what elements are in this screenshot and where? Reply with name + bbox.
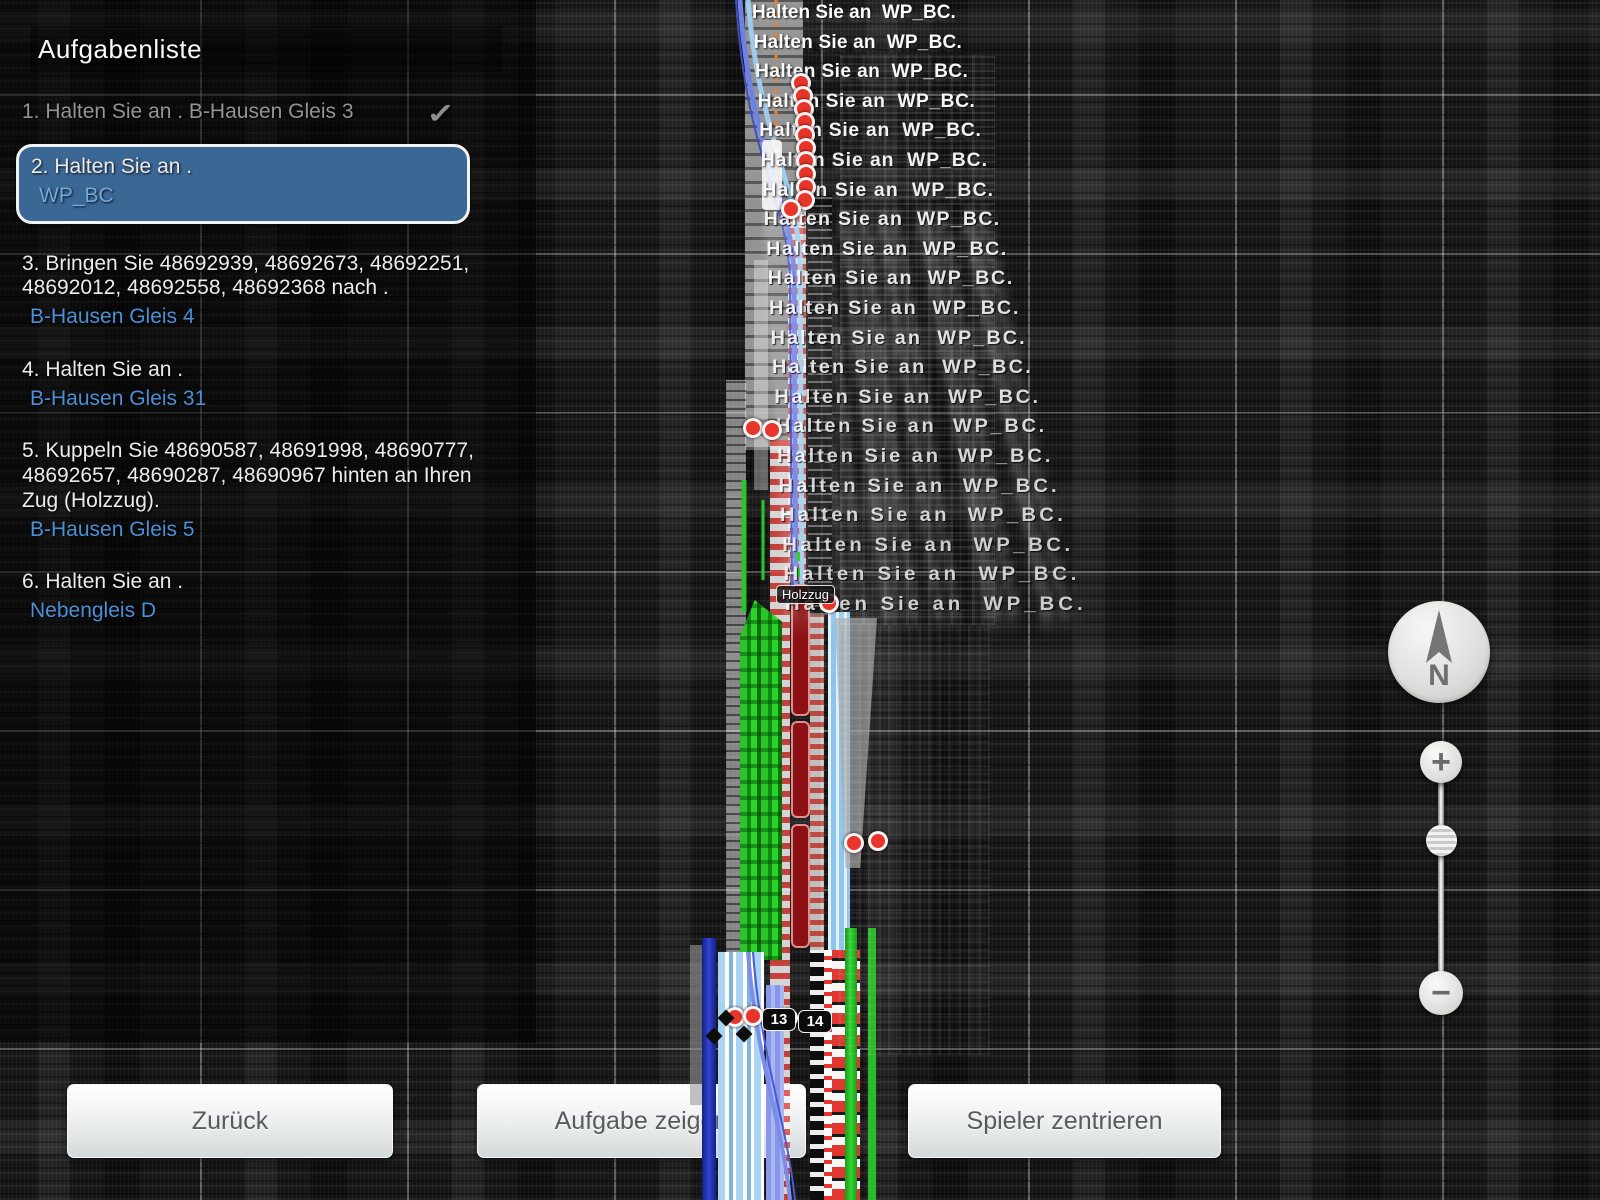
check-icon: ✓ [425, 98, 455, 129]
train-marker-icon [743, 1006, 763, 1026]
task-item-4[interactable]: 4. Halten Sie an . B-Hausen Gleis 31 [22, 358, 474, 412]
map-glitch-text-row: Halten Sie an WP_BC. [769, 298, 1021, 319]
task-item-3[interactable]: 3. Bringen Sie 48692939, 48692673, 48692… [22, 252, 474, 330]
zoom-slider-handle[interactable] [1426, 825, 1457, 856]
task-link-gleis-4[interactable]: B-Hausen Gleis 4 [22, 305, 474, 330]
task-text: 1. Halten Sie an . B-Hausen Gleis 3 [22, 100, 354, 123]
map-glitch-text-row: Halten Sie an WP_BC. [772, 357, 1034, 379]
back-button[interactable]: Zurück [67, 1084, 393, 1158]
train-name-label[interactable]: Holzzug [776, 585, 835, 604]
map-glitch-text-row: Halten Sie an WP_BC. [774, 386, 1041, 408]
train-marker-icon [762, 420, 782, 440]
map-glitch-text-row: Halten Sie an WP_BC. [752, 2, 956, 23]
map-glitch-text-row: Halten Sie an WP_BC. [770, 327, 1027, 349]
task-link-gleis-5[interactable]: B-Hausen Gleis 5 [22, 518, 474, 543]
map-glitch-text-row: Halten Sie an WP_BC. [777, 446, 1054, 467]
task-link-nebengleis-d[interactable]: Nebengleis D [22, 599, 474, 624]
signal-badge: 14 [798, 1010, 832, 1033]
zoom-out-button[interactable]: − [1419, 971, 1463, 1015]
map-glitch-text-row: Halten Sie an WP_BC. [781, 534, 1074, 556]
compass-north-label: N [1428, 659, 1450, 692]
task-list-panel: Aufgabenliste 1. Halten Sie an . B-Hause… [0, 0, 536, 1043]
zoom-slider-track[interactable] [1438, 762, 1444, 993]
map-glitch-text-row: Halten Sie an WP_BC. [755, 61, 969, 83]
task-item-2-selected[interactable]: 2. Halten Sie an . WP_BC [16, 144, 470, 224]
task-text: 5. Kuppeln Sie 48690587, 48691998, 48690… [22, 439, 474, 512]
task-text: 4. Halten Sie an . [22, 357, 184, 381]
task-text: 6. Halten Sie an . [22, 570, 184, 594]
map-glitch-text-row: Halten Sie an WP_BC. [775, 416, 1047, 438]
train-marker-icon [868, 831, 888, 851]
railway-map-glitch-column[interactable]: Halten Sie an WP_BC. Halten Sie an WP_BC.… [690, 0, 1083, 1200]
page-title: Aufgabenliste [38, 33, 203, 64]
map-glitch-text-row: Halten Sie an WP_BC. [778, 475, 1060, 497]
panel-titlebar: Aufgabenliste [30, 26, 502, 72]
task-text: 3. Bringen Sie 48692939, 48692673, 48692… [22, 251, 470, 300]
map-glitch-text-row: Halten Sie an WP_BC. [753, 31, 963, 53]
task-item-6[interactable]: 6. Halten Sie an . Nebengleis D [22, 570, 474, 624]
task-link-gleis-31[interactable]: B-Hausen Gleis 31 [22, 387, 474, 412]
map-glitch-text-row: Halten Sie an WP_BC. [760, 150, 988, 171]
task-item-1[interactable]: 1. Halten Sie an . B-Hausen Gleis 3 ✓ [22, 100, 474, 128]
map-glitch-text-row: Halten Sie an WP_BC. [757, 90, 975, 112]
task-item-5[interactable]: 5. Kuppeln Sie 48690587, 48691998, 48690… [22, 439, 474, 542]
map-glitch-text-row: Halten Sie an WP_BC. [767, 268, 1014, 290]
map-glitch-text-row: Halten Sie an WP_BC. [783, 564, 1080, 586]
game-screen: Zurück Aufgabe zeigen Spieler zentrieren… [0, 0, 1600, 1200]
compass-button[interactable]: N [1388, 601, 1490, 703]
task-link-wp-bc[interactable]: WP_BC [31, 184, 455, 209]
train-marker-icon [844, 833, 864, 853]
signal-badge: 13 [762, 1008, 796, 1031]
task-list: 1. Halten Sie an . B-Hausen Gleis 3 ✓ 2.… [16, 92, 474, 624]
zoom-in-button[interactable]: + [1420, 741, 1462, 783]
map-glitch-text-row: Halten Sie an WP_BC. [759, 120, 982, 142]
task-text: 2. Halten Sie an . [31, 155, 193, 178]
map-glitch-text-row: Halten Sie an WP_BC. [765, 238, 1008, 260]
train-marker-icon [781, 199, 801, 219]
map-glitch-text-row: Halten Sie an WP_BC. [780, 505, 1067, 527]
train-marker-icon [743, 418, 763, 438]
